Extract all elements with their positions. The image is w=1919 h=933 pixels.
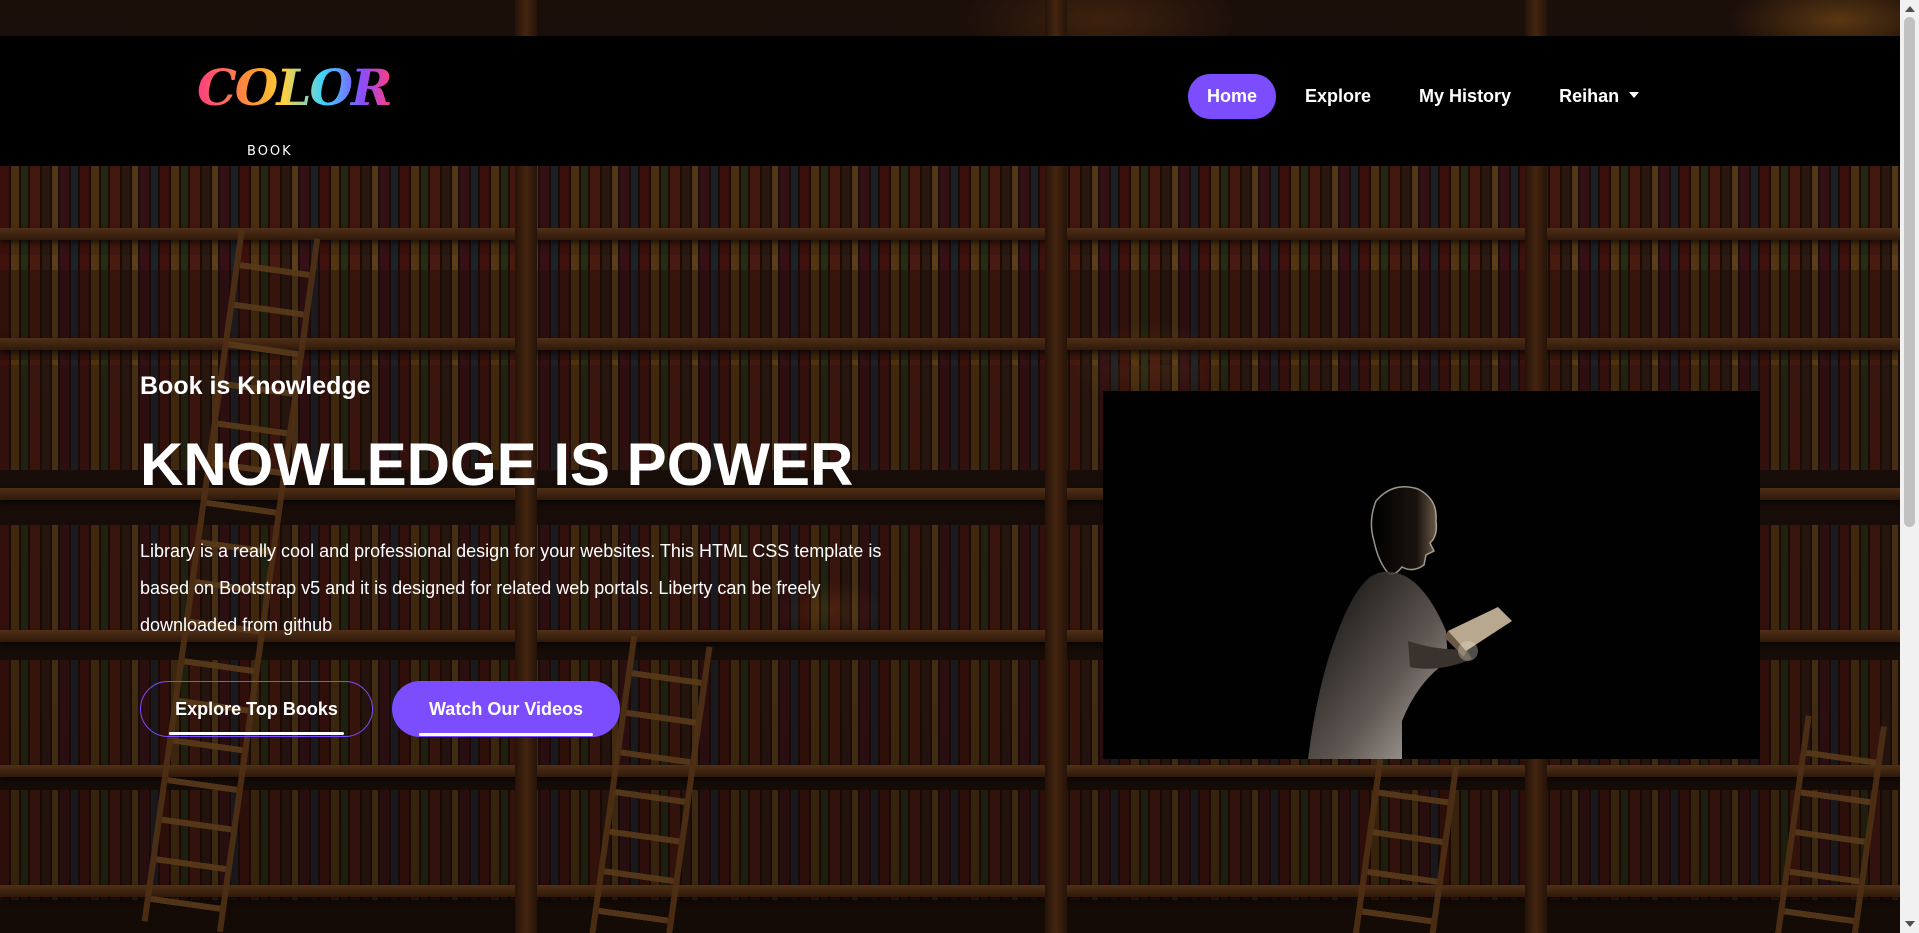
watch-our-videos-button[interactable]: Watch Our Videos <box>392 681 620 737</box>
person-reading-book-image <box>1103 391 1760 759</box>
scrollbar-thumb[interactable] <box>1904 17 1915 527</box>
explore-top-books-button[interactable]: Explore Top Books <box>140 681 373 737</box>
user-name: Reihan <box>1559 86 1620 106</box>
logo[interactable]: COLOR BOOK <box>195 58 393 159</box>
nav-my-history[interactable]: My History <box>1400 74 1530 119</box>
hero-subtitle: Book is Knowledge <box>140 372 371 400</box>
hero-description: Library is a really cool and professiona… <box>140 541 882 635</box>
reader-silhouette-icon <box>1308 486 1512 759</box>
page: COLOR BOOK Home Explore My History Reiha… <box>0 0 1919 933</box>
logo-subtext: BOOK <box>247 144 293 159</box>
caret-down-icon <box>1629 92 1640 99</box>
main-nav: Home Explore My History Reihan <box>1188 74 1658 119</box>
scroll-up-icon[interactable] <box>1905 6 1915 12</box>
nav-user-dropdown[interactable]: Reihan <box>1540 74 1658 119</box>
hero-title: KNOWLEDGE IS POWER <box>140 431 854 498</box>
navbar: COLOR BOOK Home Explore My History Reiha… <box>0 36 1900 166</box>
nav-home[interactable]: Home <box>1188 74 1277 119</box>
logo-wordmark: COLOR <box>197 58 393 117</box>
nav-explore[interactable]: Explore <box>1286 74 1390 119</box>
page-scrollbar[interactable] <box>1900 0 1919 933</box>
scroll-down-icon[interactable] <box>1905 921 1915 927</box>
